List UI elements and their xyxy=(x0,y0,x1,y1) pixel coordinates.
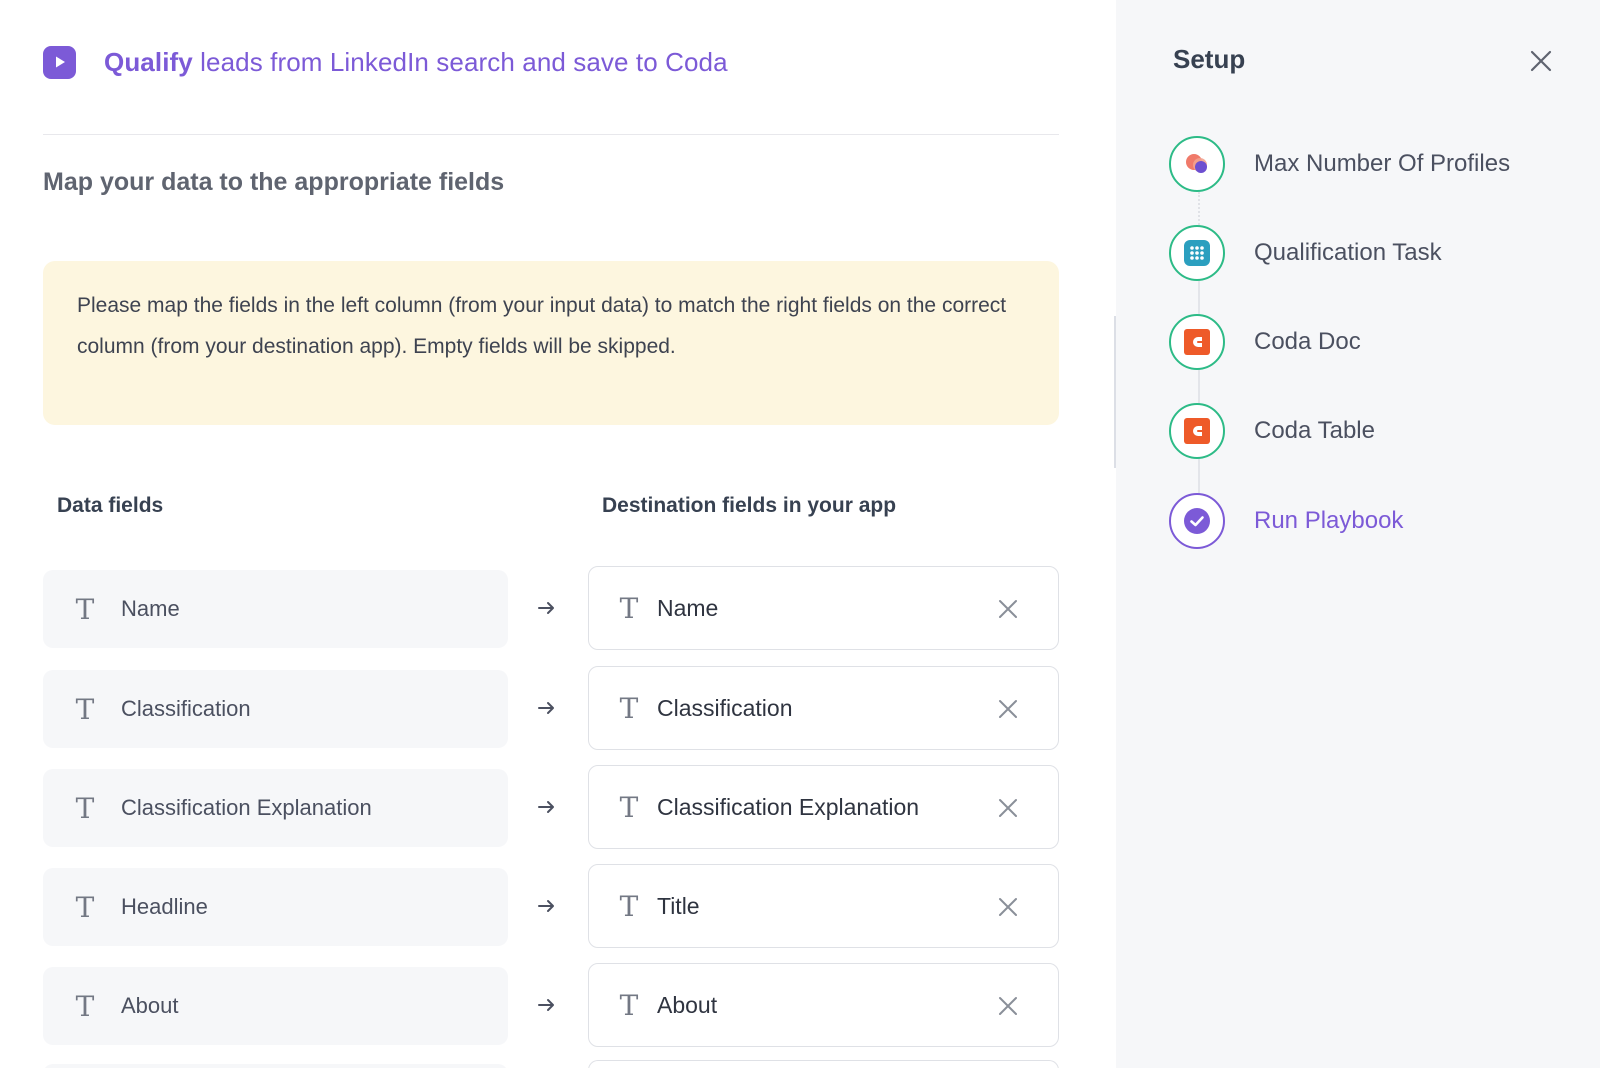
destination-field[interactable]: T About xyxy=(588,963,1059,1047)
setup-title: Setup xyxy=(1173,44,1246,74)
arrow-right-icon xyxy=(536,990,558,1020)
playbook-title-rest: leads from LinkedIn search and save to C… xyxy=(192,46,728,77)
mapping-row: T Name T Name xyxy=(43,566,1059,650)
text-type-icon: T xyxy=(619,591,639,625)
step-max-number-of-profiles[interactable]: Max Number Of Profiles xyxy=(1169,136,1510,192)
close-icon xyxy=(999,997,1017,1015)
close-icon xyxy=(999,898,1017,916)
mapping-row: T Classification T Classification xyxy=(43,666,1059,750)
remove-mapping-button[interactable] xyxy=(996,697,1020,721)
playbook-header: Qualify leads from LinkedIn search and s… xyxy=(43,44,728,80)
mapping-row-partial xyxy=(43,1060,1059,1068)
destination-fields-header: Destination fields in your app xyxy=(602,494,897,517)
source-field xyxy=(43,1064,508,1068)
step-label: Run Playbook xyxy=(1254,507,1404,534)
step-run-playbook[interactable]: Run Playbook xyxy=(1169,493,1403,549)
source-field: T Classification Explanation xyxy=(43,769,508,847)
data-fields-header: Data fields xyxy=(57,494,164,517)
playbook-title: Qualify leads from LinkedIn search and s… xyxy=(104,47,728,78)
step-label: Qualification Task xyxy=(1254,239,1442,266)
timeline-connector xyxy=(1198,192,1200,228)
close-sidebar-button[interactable] xyxy=(1528,48,1554,74)
destination-field[interactable]: T Classification xyxy=(588,666,1059,750)
source-field: T Name xyxy=(43,570,508,648)
step-label: Max Number Of Profiles xyxy=(1254,150,1511,177)
text-type-icon: T xyxy=(75,890,95,924)
source-field-label: About xyxy=(121,993,179,1018)
text-type-icon: T xyxy=(75,692,95,726)
destination-field[interactable]: T Classification Explanation xyxy=(588,765,1059,849)
source-field-label: Classification xyxy=(121,696,251,721)
text-type-icon: T xyxy=(619,790,639,824)
mapping-row: T Classification Explanation T Classific… xyxy=(43,765,1059,849)
text-type-icon: T xyxy=(75,989,95,1023)
header-divider xyxy=(43,134,1059,135)
destination-field-label: Name xyxy=(657,594,719,621)
destination-field-label: Classification xyxy=(657,694,793,721)
source-field: T About xyxy=(43,967,508,1045)
destination-field[interactable] xyxy=(588,1060,1059,1068)
task-icon xyxy=(1169,225,1225,281)
destination-field[interactable]: T Name xyxy=(588,566,1059,650)
check-icon xyxy=(1169,493,1225,549)
coda-icon xyxy=(1169,314,1225,370)
step-coda-table[interactable]: Coda Table xyxy=(1169,403,1375,459)
close-icon xyxy=(999,799,1017,817)
source-field: T Headline xyxy=(43,868,508,946)
play-icon[interactable] xyxy=(43,45,76,79)
close-icon xyxy=(1530,50,1552,72)
source-field-label: Headline xyxy=(121,894,208,919)
source-field-label: Name xyxy=(121,596,180,621)
text-type-icon: T xyxy=(619,691,639,725)
step-label: Coda Doc xyxy=(1254,328,1361,355)
source-field-label: Classification Explanation xyxy=(121,795,372,820)
text-type-icon: T xyxy=(75,592,95,626)
text-type-icon: T xyxy=(619,988,639,1022)
section-subtitle: Map your data to the appropriate fields xyxy=(43,168,505,196)
step-label: Coda Table xyxy=(1254,417,1375,444)
mapping-row: T Headline T Title xyxy=(43,864,1059,948)
mapping-row: T About T About xyxy=(43,963,1059,1047)
destination-field-label: Title xyxy=(657,892,700,919)
destination-field[interactable]: T Title xyxy=(588,864,1059,948)
arrow-right-icon xyxy=(536,693,558,723)
step-coda-doc[interactable]: Coda Doc xyxy=(1169,314,1361,370)
close-icon xyxy=(999,600,1017,618)
remove-mapping-button[interactable] xyxy=(996,994,1020,1018)
destination-field-label: Classification Explanation xyxy=(657,793,920,820)
text-type-icon: T xyxy=(75,791,95,825)
destination-field-label: About xyxy=(657,991,718,1018)
mapping-notice: Please map the fields in the left column… xyxy=(43,261,1059,425)
arrow-right-icon xyxy=(536,593,558,623)
step-qualification-task[interactable]: Qualification Task xyxy=(1169,225,1442,281)
coda-icon xyxy=(1169,403,1225,459)
arrow-right-icon xyxy=(536,891,558,921)
main-panel: Qualify leads from LinkedIn search and s… xyxy=(0,0,1116,1068)
remove-mapping-button[interactable] xyxy=(996,597,1020,621)
playbook-title-bold: Qualify xyxy=(104,46,193,77)
arrow-right-icon xyxy=(536,792,558,822)
text-type-icon: T xyxy=(619,889,639,923)
remove-mapping-button[interactable] xyxy=(996,895,1020,919)
profiles-icon xyxy=(1169,136,1225,192)
close-icon xyxy=(999,700,1017,718)
source-field: T Classification xyxy=(43,670,508,748)
remove-mapping-button[interactable] xyxy=(996,796,1020,820)
